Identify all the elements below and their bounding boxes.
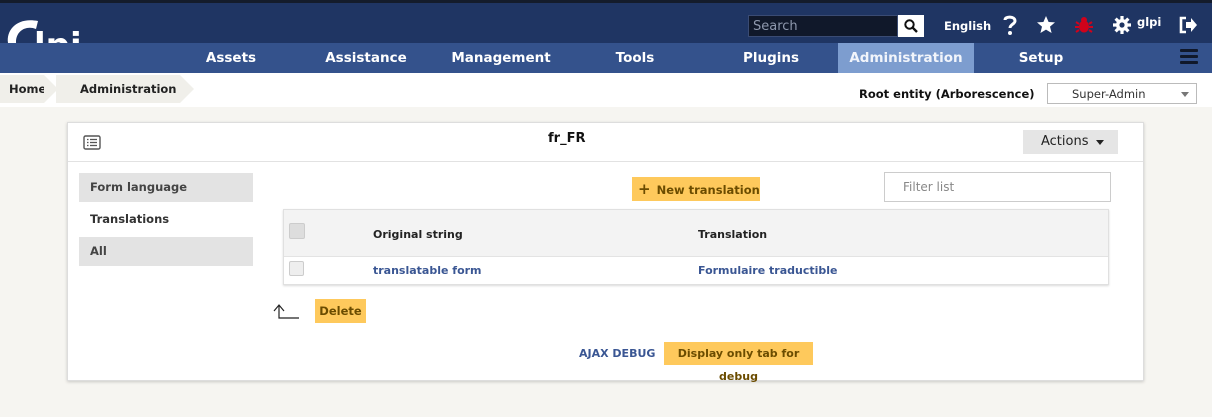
nav-item-administration[interactable]: Administration	[838, 43, 974, 73]
plus-icon: +	[638, 180, 651, 198]
tab-translations[interactable]: Translations	[79, 205, 253, 234]
select-all-checkbox[interactable]	[289, 223, 305, 239]
profile-select-value: Super-Admin	[1072, 87, 1146, 101]
new-translation-label: New translation	[656, 183, 760, 197]
breadcrumb-home[interactable]: Home	[0, 75, 58, 103]
new-translation-button[interactable]: + New translation	[632, 177, 760, 201]
card-header: fr_FR Actions	[68, 123, 1143, 162]
search-icon[interactable]	[898, 15, 924, 37]
table-header: Original string Translation	[284, 210, 1108, 257]
language-switcher[interactable]: English	[944, 19, 991, 33]
debug-tab-button[interactable]: Display only tab for debug	[664, 342, 813, 383]
ajax-debug-label: AJAX DEBUG	[579, 347, 656, 360]
current-entity[interactable]: Root entity (Arborescence)	[859, 87, 1035, 101]
help-icon[interactable]	[998, 13, 1022, 37]
nav-item-setup[interactable]: Setup	[1004, 43, 1078, 73]
arrow-up-left-icon	[271, 302, 301, 322]
actions-button[interactable]: Actions	[1023, 130, 1118, 154]
chevron-down-icon	[1181, 92, 1189, 97]
translations-table: Original string Translation translatable…	[283, 209, 1109, 285]
nav-item-assistance[interactable]: Assistance	[316, 43, 416, 73]
card-title: fr_FR	[548, 131, 586, 146]
breadcrumb-administration[interactable]: Administration	[56, 75, 194, 103]
delete-button[interactable]: Delete	[315, 299, 366, 323]
nav-item-plugins[interactable]: Plugins	[730, 43, 812, 73]
caret-down-icon	[1096, 140, 1104, 145]
nav-item-management[interactable]: Management	[446, 43, 556, 73]
main-navigation: Assets Assistance Management Tools Plugi…	[0, 43, 1212, 73]
gear-icon[interactable]	[1110, 13, 1134, 37]
row-checkbox[interactable]	[289, 261, 304, 276]
filter-list-input[interactable]	[884, 172, 1111, 202]
hamburger-menu-icon[interactable]	[1180, 49, 1198, 65]
nav-item-assets[interactable]: Assets	[190, 43, 272, 73]
nav-item-tools[interactable]: Tools	[600, 43, 670, 73]
column-translation[interactable]: Translation	[698, 228, 767, 241]
search-input[interactable]	[748, 15, 898, 37]
list-icon	[83, 135, 101, 150]
tab-all[interactable]: All	[79, 237, 253, 266]
translations-card: fr_FR Actions Form language Translations…	[67, 122, 1144, 383]
profile-select[interactable]: Super-Admin	[1047, 83, 1197, 104]
user-menu[interactable]: glpi	[1137, 15, 1161, 29]
original-string-link[interactable]: translatable form	[373, 264, 482, 277]
logout-icon[interactable]	[1176, 13, 1200, 37]
translation-link[interactable]: Formulaire traductible	[698, 264, 838, 277]
actions-button-label: Actions	[1041, 134, 1089, 149]
bug-icon[interactable]	[1072, 13, 1096, 37]
star-icon[interactable]	[1034, 13, 1058, 37]
column-original-string[interactable]: Original string	[373, 228, 463, 241]
tab-form-language[interactable]: Form language	[79, 173, 253, 202]
